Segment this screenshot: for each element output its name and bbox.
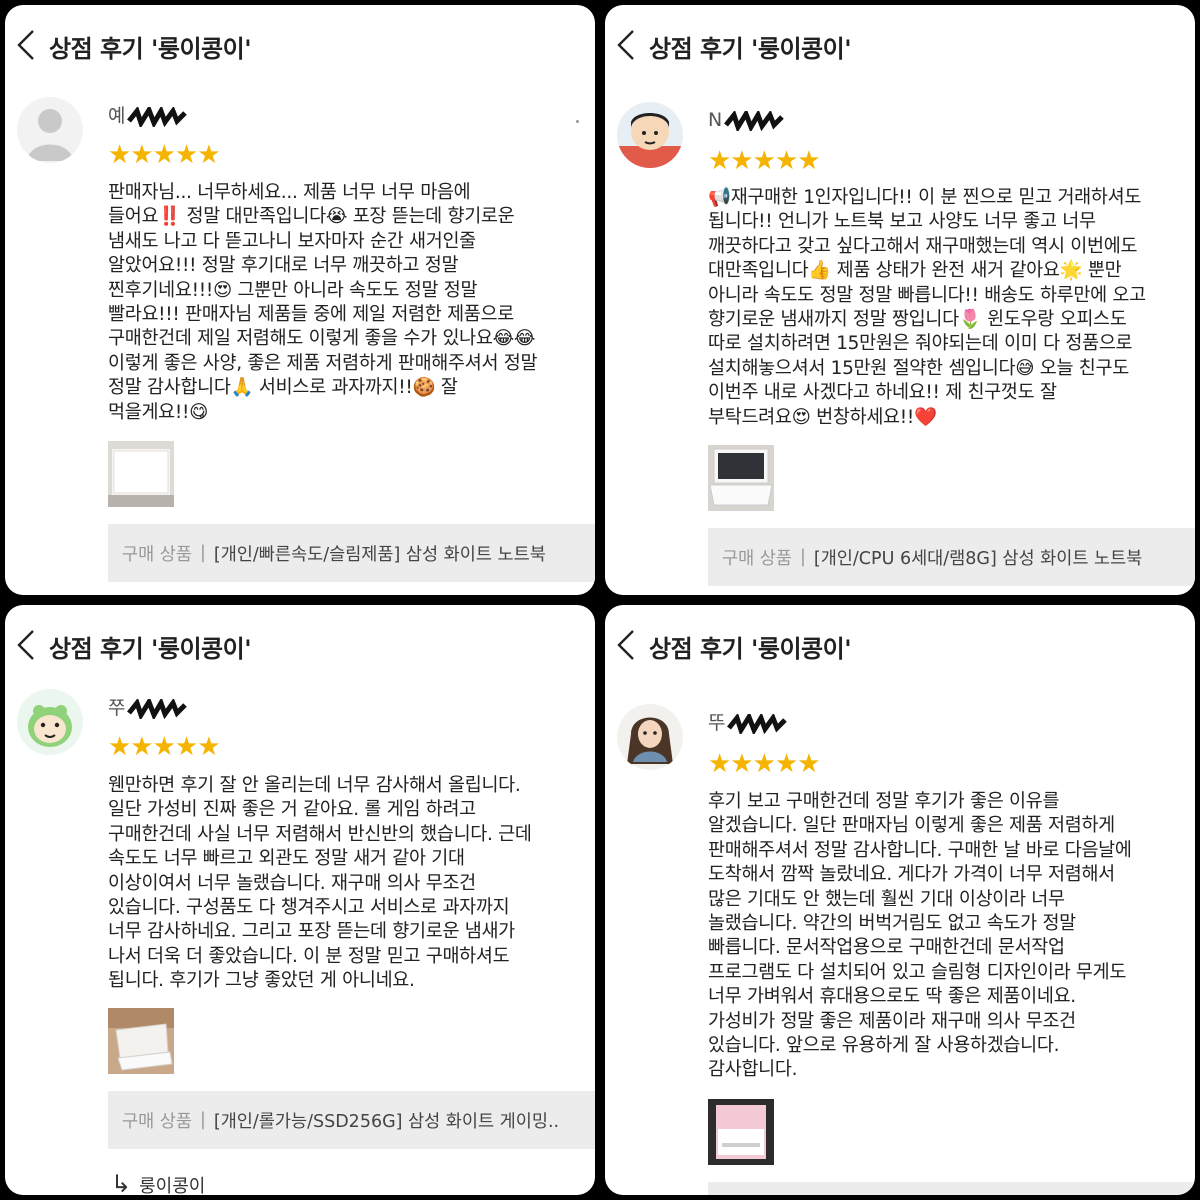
review-text: 판매자님... 너무하세요... 제품 너무 너무 마음에 들어요‼️ 정말 대… — [108, 182, 538, 423]
avatar[interactable] — [17, 97, 83, 163]
star-rating: ★★★★★ — [108, 140, 221, 170]
star-rating: ★★★★★ — [108, 732, 221, 762]
more-menu-icon[interactable] — [576, 120, 579, 123]
purchased-product[interactable]: 구매 상품 | [개인/롤가능/SSD256G] 삼성 화이트 게이밍.. — [108, 1091, 595, 1149]
back-arrow-icon[interactable] — [611, 627, 643, 663]
back-arrow-icon[interactable] — [611, 27, 643, 63]
review-text: 📢재구매한 1인자입니다!! 이 분 찐으로 믿고 거래하셔도 됩니다!! 언니… — [708, 187, 1146, 428]
page-title: 상점 후기 '룽이콩이' — [49, 35, 252, 63]
review-photo[interactable] — [708, 445, 774, 511]
purchased-product[interactable] — [708, 1182, 1195, 1195]
review-photo[interactable] — [108, 441, 174, 507]
product-name: [개인/CPU 6세대/램8G] 삼성 화이트 노트북 — [813, 548, 1143, 569]
reviewer-name: N — [708, 107, 784, 135]
product-label: 구매 상품 — [122, 544, 192, 565]
purchased-product[interactable]: 구매 상품 | [개인/빠른속도/슬림제품] 삼성 화이트 노트북 — [108, 524, 595, 582]
back-arrow-icon[interactable] — [11, 27, 43, 63]
page-title: 상점 후기 '룽이콩이' — [49, 635, 252, 663]
header: 상점 후기 '룽이콩이' — [5, 5, 595, 85]
name-redaction — [127, 695, 188, 721]
review-panel-4: 상점 후기 '룽이콩이' 뚜 ★★★★★ 후기 보고 구매한건데 정말 후기가 … — [605, 605, 1195, 1195]
review-text: 후기 보고 구매한건데 정말 후기가 좋은 이유를 알겠습니다. 일단 판매자님… — [708, 791, 1132, 1081]
header: 상점 후기 '룽이콩이' — [605, 605, 1195, 685]
review-panel-1: 상점 후기 '룽이콩이' 예 ★★★★★ 판매자님... 너무하세요... 제품… — [5, 5, 595, 595]
header: 상점 후기 '룽이콩이' — [605, 5, 1195, 85]
avatar[interactable] — [617, 102, 683, 168]
product-name: [개인/롤가능/SSD256G] 삼성 화이트 게이밍.. — [213, 1111, 560, 1132]
star-rating: ★★★★★ — [708, 146, 821, 176]
reviewer-name: 쭈 — [108, 693, 188, 721]
reply-arrow-icon: ↳ — [111, 1170, 132, 1195]
reply-author: 룽이콩이 — [139, 1176, 206, 1195]
review-panel-3: 상점 후기 '룽이콩이' 쭈 ★★★★★ 웬만하면 후기 잘 안 올리는데 너무… — [5, 605, 595, 1195]
reviewer-name: 예 — [108, 101, 188, 129]
review-photo[interactable] — [708, 1099, 774, 1165]
header: 상점 후기 '룽이콩이' — [5, 605, 595, 685]
product-label: 구매 상품 — [722, 548, 792, 569]
review-photo[interactable] — [108, 1008, 174, 1074]
review-panel-2: 상점 후기 '룽이콩이' N ★★★★★ 📢재구매한 1인자입니다!! 이 분 … — [605, 5, 1195, 595]
page-title: 상점 후기 '룽이콩이' — [649, 35, 852, 63]
name-redaction — [127, 103, 188, 129]
review-text: 웬만하면 후기 잘 안 올리는데 너무 감사해서 올립니다. 일단 가성비 진짜… — [108, 775, 532, 992]
reviewer-name: 뚜 — [708, 708, 788, 736]
product-name: [개인/빠른속도/슬림제품] 삼성 화이트 노트북 — [213, 544, 546, 565]
name-redaction — [724, 107, 784, 133]
back-arrow-icon[interactable] — [11, 627, 43, 663]
star-rating: ★★★★★ — [708, 749, 821, 779]
avatar[interactable] — [17, 689, 83, 755]
avatar[interactable] — [617, 704, 683, 770]
product-label: 구매 상품 — [122, 1111, 192, 1132]
purchased-product[interactable]: 구매 상품 | [개인/CPU 6세대/램8G] 삼성 화이트 노트북 — [708, 528, 1195, 586]
seller-reply[interactable]: ↳ 룽이콩이 — [111, 1170, 205, 1195]
name-redaction — [727, 710, 788, 736]
page-title: 상점 후기 '룽이콩이' — [649, 635, 852, 663]
